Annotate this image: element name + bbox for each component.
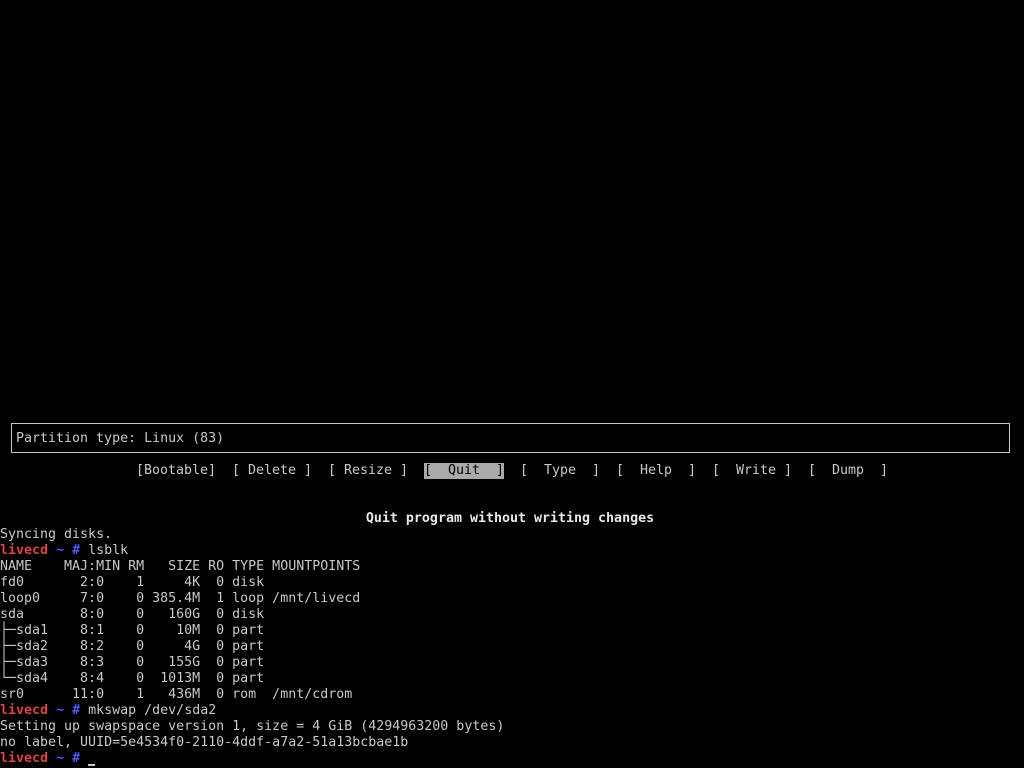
- prompt-host: livecd: [0, 543, 49, 558]
- output-line: ├─sda2 8:2 0 4G 0 part: [0, 639, 265, 654]
- output-line: ├─sda1 8:1 0 10M 0 part: [0, 623, 265, 638]
- prompt-symbol: #: [72, 703, 81, 718]
- output-line: Syncing disks.: [0, 527, 113, 542]
- menu-type-button[interactable]: [ Type ]: [520, 463, 600, 479]
- menu-bootable-button[interactable]: [Bootable]: [136, 463, 216, 479]
- output-line: NAME MAJ:MIN RM SIZE RO TYPE MOUNTPOINTS: [0, 559, 361, 574]
- output-line: └─sda4 8:4 0 1013M 0 part: [0, 671, 265, 686]
- menu-dump-button[interactable]: [ Dump ]: [808, 463, 888, 479]
- command-text: lsblk: [88, 543, 129, 558]
- prompt-host: livecd: [0, 703, 49, 718]
- command-text: mkswap /dev/sda2: [88, 703, 217, 718]
- partition-info-box: Partition type: Linux (83): [11, 423, 1010, 453]
- terminal-screen: Partition type: Linux (83) [Bootable] [ …: [0, 0, 1024, 768]
- cfdisk-menu-bar: [Bootable] [ Delete ] [ Resize ] [ Quit …: [0, 463, 1024, 479]
- prompt-cwd: ~: [56, 751, 65, 766]
- menu-quit-button[interactable]: [ Quit ]: [424, 463, 505, 479]
- output-line: loop0 7:0 0 385.4M 1 loop /mnt/livecd: [0, 591, 361, 606]
- prompt-line: livecd ~ # mkswap /dev/sda2: [0, 703, 1024, 719]
- menu-hint-text: Quit program without writing changes: [365, 511, 655, 526]
- prompt-cwd: ~: [56, 543, 65, 558]
- prompt-line: livecd ~ #: [0, 751, 1024, 767]
- prompt-cwd: ~: [56, 703, 65, 718]
- output-line: sda 8:0 0 160G 0 disk: [0, 607, 265, 622]
- prompt-host: livecd: [0, 751, 49, 766]
- menu-write-button[interactable]: [ Write ]: [712, 463, 792, 479]
- menu-help-button[interactable]: [ Help ]: [616, 463, 696, 479]
- output-line: Setting up swapspace version 1, size = 4…: [0, 719, 505, 734]
- terminal-output[interactable]: Syncing disks. livecd ~ # lsblk NAME MAJ:M…: [0, 527, 1024, 767]
- output-line: fd0 2:0 1 4K 0 disk: [0, 575, 265, 590]
- prompt-symbol: #: [72, 751, 81, 766]
- output-line: no label, UUID=5e4534f0-2110-4ddf-a7a2-5…: [0, 735, 409, 750]
- partition-type-text: Partition type: Linux (83): [16, 431, 225, 446]
- prompt-symbol: #: [72, 543, 81, 558]
- menu-hint: Quit program without writing changes: [0, 511, 1024, 527]
- output-line: ├─sda3 8:3 0 155G 0 part: [0, 655, 265, 670]
- menu-resize-button[interactable]: [ Resize ]: [328, 463, 408, 479]
- prompt-line: livecd ~ # lsblk: [0, 543, 1024, 559]
- output-line: sr0 11:0 1 436M 0 rom /mnt/cdrom: [0, 687, 353, 702]
- menu-delete-button[interactable]: [ Delete ]: [232, 463, 312, 479]
- text-cursor: [88, 764, 96, 766]
